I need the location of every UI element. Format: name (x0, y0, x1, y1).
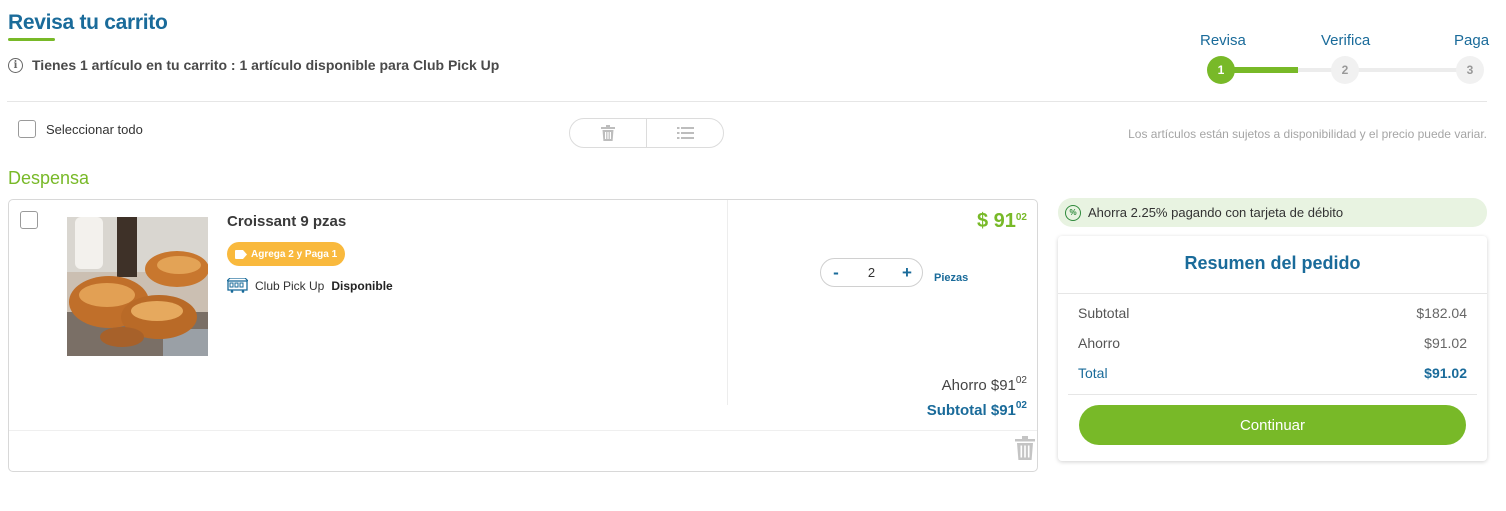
item-savings-label: Ahorro $91 (941, 377, 1016, 394)
item-subtotal: Subtotal $9102 (926, 400, 1027, 419)
pickup-status: Disponible (331, 278, 393, 293)
product-image (67, 217, 208, 356)
item-savings-cents: 02 (1015, 375, 1027, 386)
promo-badge: Agrega 2 y Paga 1 (227, 242, 346, 266)
summary-title: Resumen del pedido (1184, 253, 1361, 273)
trash-icon (1015, 436, 1035, 460)
tag-icon (235, 249, 247, 259)
select-all[interactable]: Seleccionar todo (18, 120, 143, 138)
step-label-paga: Paga (1454, 32, 1490, 49)
summary-divider-bottom (1068, 394, 1477, 395)
bulk-actions (569, 118, 724, 148)
select-all-label: Seleccionar todo (46, 121, 143, 137)
price-cents: 02 (1015, 212, 1027, 223)
price-whole: 91 (993, 210, 1016, 232)
delete-item-button[interactable] (1015, 436, 1035, 465)
summary-total-value: $91.02 (1424, 365, 1467, 381)
select-all-checkbox[interactable] (18, 120, 36, 138)
header-divider (7, 101, 1487, 102)
item-subtotal-cents: 02 (1015, 400, 1027, 411)
store-pickup-icon (227, 278, 248, 293)
summary-row-savings: Ahorro $91.02 (1078, 335, 1467, 351)
info-icon: i (8, 57, 23, 73)
summary-divider (1058, 293, 1487, 294)
cart-item-card: Croissant 9 pzas Agrega 2 y Paga 1 Club … (8, 199, 1038, 472)
price-currency: $ (976, 210, 989, 232)
step-circle-2: 2 (1331, 56, 1359, 84)
title-underline (8, 38, 55, 41)
list-view-button[interactable] (646, 119, 723, 147)
cart-info-text: Tienes 1 artículo en tu carrito : 1 artí… (32, 57, 500, 73)
step-label-verifica: Verifica (1321, 32, 1371, 49)
product-name[interactable]: Croissant 9 pzas (227, 213, 346, 230)
trash-icon (601, 125, 615, 141)
item-checkbox[interactable] (20, 211, 38, 229)
card-vertical-divider (727, 200, 728, 405)
quantity-unit[interactable]: Piezas (934, 272, 968, 284)
summary-savings-label: Ahorro (1078, 335, 1121, 351)
continue-button[interactable]: Continuar (1079, 405, 1466, 445)
debit-savings-banner: % Ahorra 2.25% pagando con tarjeta de dé… (1058, 198, 1487, 227)
debit-banner-text: Ahorra 2.25% pagando con tarjeta de débi… (1088, 205, 1344, 220)
cart-info: i Tienes 1 artículo en tu carrito : 1 ar… (8, 57, 499, 73)
percent-badge-icon: % (1065, 204, 1081, 221)
pickup-availability: Club Pick Up Disponible (227, 278, 393, 293)
summary-row-total: Total $91.02 (1078, 365, 1467, 381)
bulk-delete-button[interactable] (570, 119, 646, 147)
summary-subtotal-value: $182.04 (1416, 305, 1467, 321)
promo-label: Agrega 2 y Paga 1 (251, 248, 338, 260)
step-circle-3: 3 (1456, 56, 1484, 84)
summary-subtotal-label: Subtotal (1078, 305, 1130, 321)
step-circle-1: 1 (1207, 56, 1235, 84)
item-savings: Ahorro $9102 (941, 375, 1027, 394)
page-title: Revisa tu carrito (8, 11, 168, 34)
decrease-quantity-button[interactable]: - (829, 264, 843, 281)
summary-total-label: Total (1078, 365, 1108, 381)
list-icon (676, 127, 694, 139)
unit-price: $ 9102 (977, 210, 1027, 233)
availability-note: Los artículos están sujetos a disponibil… (1128, 127, 1487, 141)
pickup-label: Club Pick Up (255, 278, 325, 293)
summary-row-subtotal: Subtotal $182.04 (1078, 305, 1467, 321)
order-summary: Resumen del pedido Subtotal $182.04 Ahor… (1058, 236, 1487, 461)
increase-quantity-button[interactable]: + (900, 264, 914, 281)
quantity-value[interactable]: 2 (868, 265, 875, 280)
step-label-revisa: Revisa (1200, 32, 1246, 49)
section-title: Despensa (8, 168, 90, 188)
checkout-stepper: Revisa Verifica Paga 1 2 3 (1196, 30, 1490, 90)
quantity-stepper: - 2 + (820, 258, 923, 287)
summary-savings-value: $91.02 (1424, 335, 1467, 351)
item-subtotal-label: Subtotal $91 (926, 402, 1016, 419)
card-footer-divider (9, 430, 1037, 431)
